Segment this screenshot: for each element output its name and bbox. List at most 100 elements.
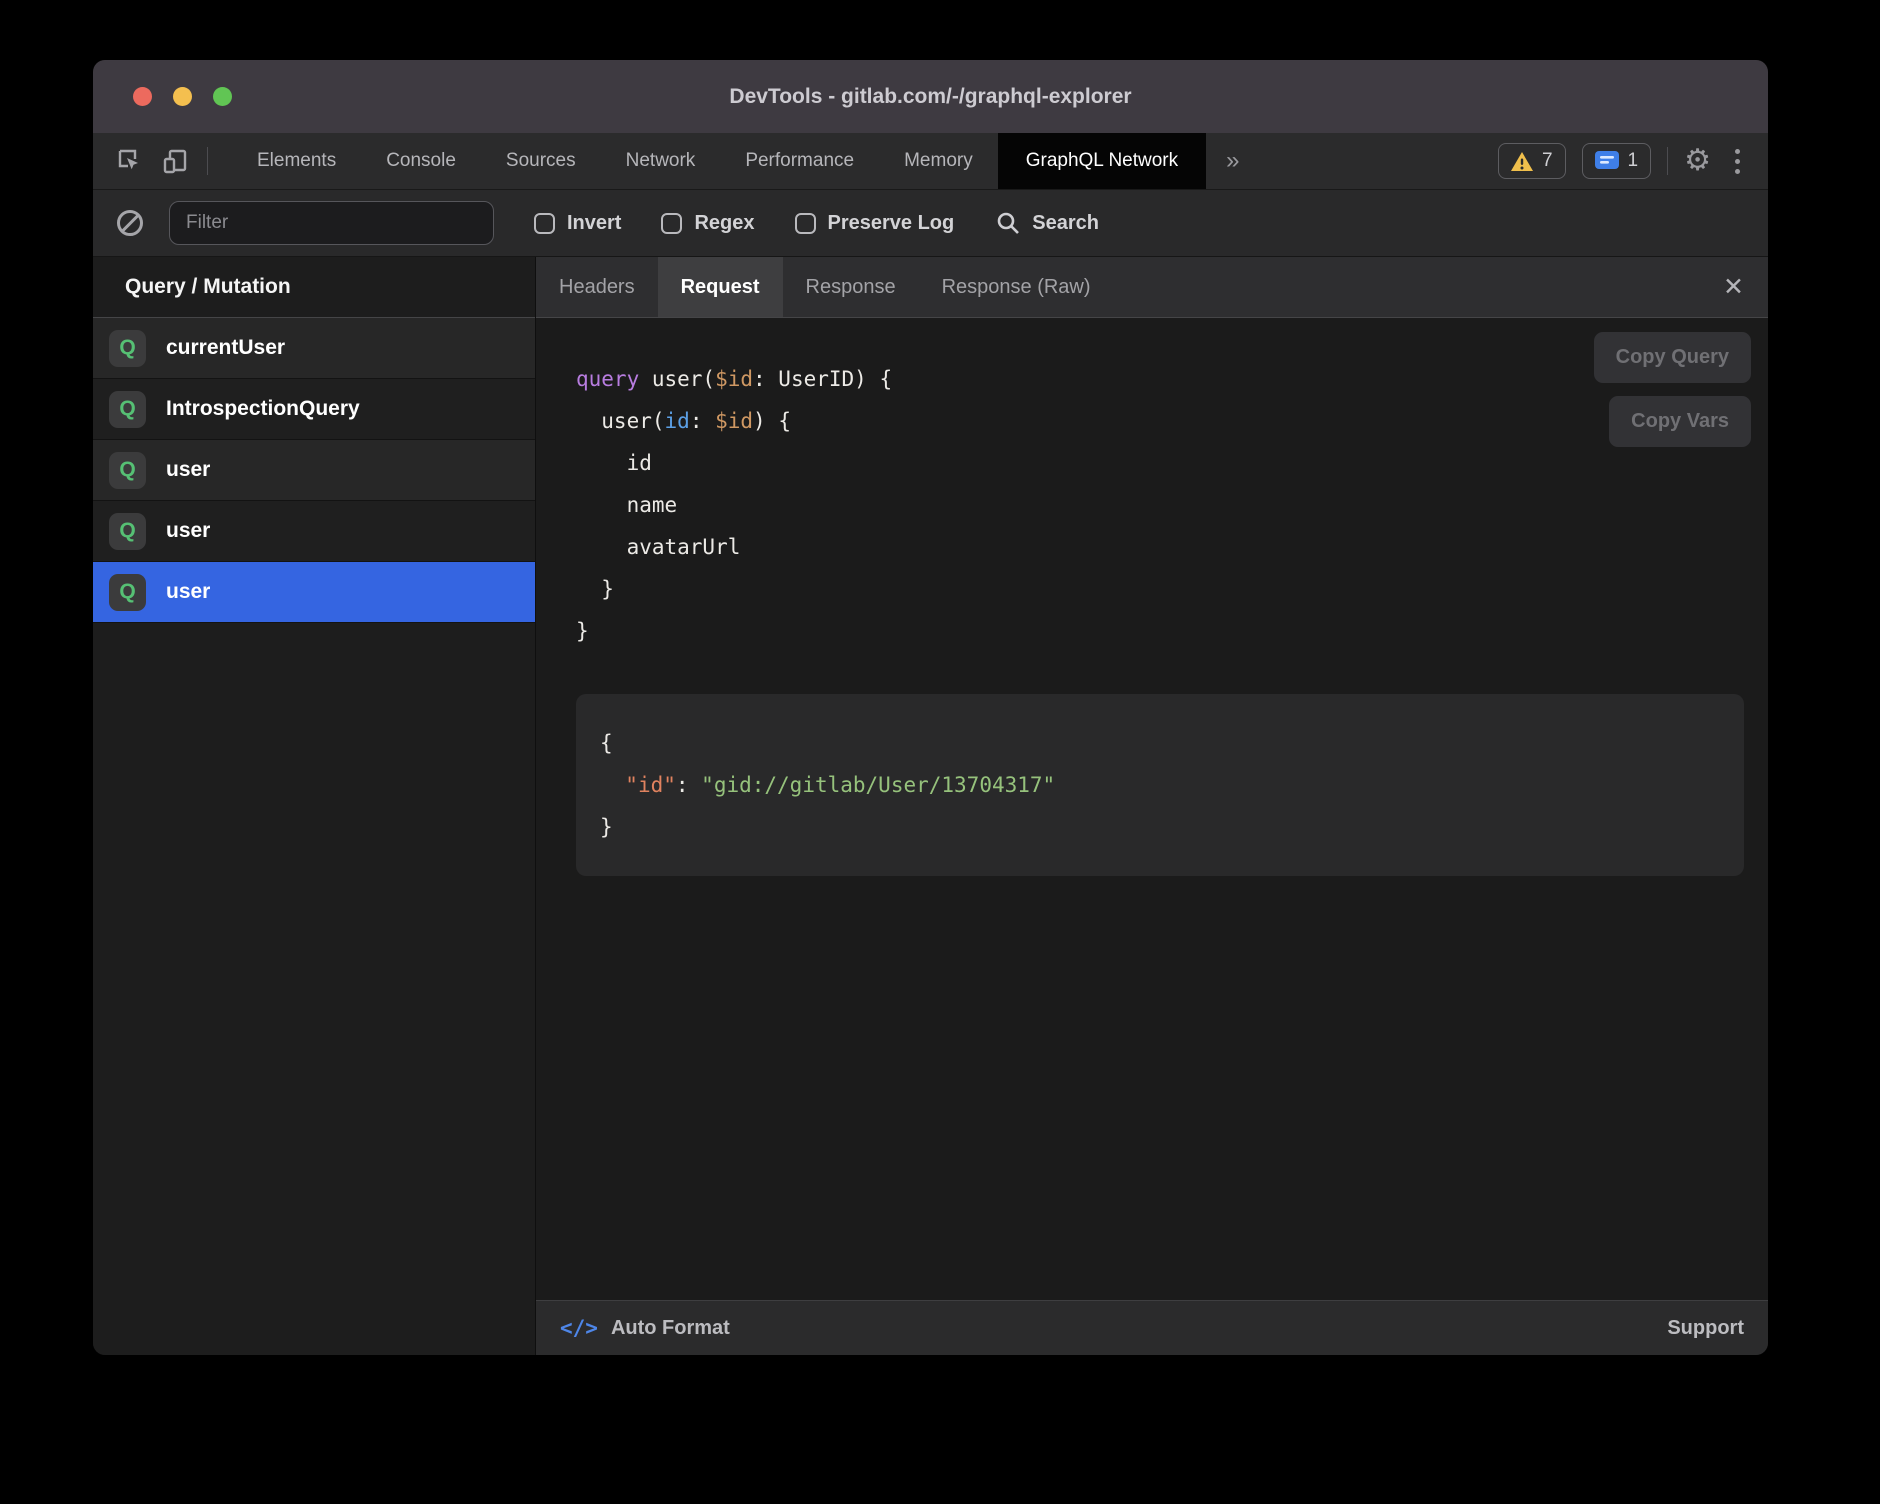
preserve-log-checkbox-group[interactable]: Preserve Log: [795, 212, 955, 235]
messages-count: 1: [1628, 150, 1639, 172]
query-variables-box: { "id": "gid://gitlab/User/13704317"}: [576, 694, 1744, 876]
tab-headers[interactable]: Headers: [536, 257, 658, 317]
list-item-label: user: [166, 519, 210, 543]
detail-panel: Headers Request Response Response (Raw) …: [536, 257, 1768, 1355]
list-item[interactable]: Q IntrospectionQuery: [93, 379, 535, 440]
search-control[interactable]: Search: [996, 211, 1099, 235]
code-token: user(: [576, 409, 665, 433]
query-variables-code: { "id": "gid://gitlab/User/13704317"}: [600, 722, 1720, 848]
inspect-element-icon[interactable]: [115, 147, 143, 175]
code-line: }: [600, 806, 1720, 848]
kebab-menu-icon[interactable]: [1727, 145, 1748, 178]
warning-icon: [1511, 152, 1533, 171]
tab-network[interactable]: Network: [601, 133, 721, 189]
filter-input[interactable]: [169, 201, 494, 245]
query-badge: Q: [109, 452, 146, 489]
code-token: {: [600, 731, 613, 755]
messages-badge[interactable]: 1: [1582, 143, 1652, 179]
tab-graphql-network[interactable]: GraphQL Network: [998, 133, 1206, 189]
device-toolbar-icon[interactable]: [161, 147, 189, 175]
code-brackets-icon: </>: [560, 1316, 598, 1340]
invert-checkbox[interactable]: [534, 213, 555, 234]
code-token: :: [690, 409, 715, 433]
code-token: }: [576, 619, 589, 643]
code-token: : UserID) {: [753, 367, 892, 391]
code-token: "gid://gitlab/User/13704317": [701, 773, 1055, 797]
code-line: id: [576, 442, 1744, 484]
code-token: $id: [715, 409, 753, 433]
code-line: user(id: $id) {: [576, 400, 1744, 442]
settings-gear-icon[interactable]: ⚙: [1684, 146, 1711, 176]
code-token: id: [576, 451, 652, 475]
list-item[interactable]: Quser: [93, 501, 535, 562]
tab-response-raw[interactable]: Response (Raw): [919, 257, 1114, 317]
copy-query-button[interactable]: Copy Query: [1594, 332, 1751, 383]
support-link[interactable]: Support: [1667, 1317, 1744, 1340]
panel-footer: </> Auto Format Support: [536, 1300, 1768, 1355]
title-bar: DevTools - gitlab.com/-/graphql-explorer: [93, 60, 1768, 133]
tab-elements[interactable]: Elements: [232, 133, 361, 189]
code-line: }: [576, 610, 1744, 652]
code-line: query user($id: UserID) {: [576, 358, 1744, 400]
list-item[interactable]: Quser: [93, 562, 535, 623]
code-token: }: [576, 577, 614, 601]
regex-checkbox[interactable]: [661, 213, 682, 234]
code-token: avatarUrl: [576, 535, 740, 559]
code-token: }: [600, 815, 613, 839]
query-list-sidebar: Query / Mutation QcurrentUserQIntrospect…: [93, 257, 536, 1355]
tab-sources[interactable]: Sources: [481, 133, 601, 189]
code-line: name: [576, 484, 1744, 526]
warnings-badge[interactable]: 7: [1498, 143, 1566, 179]
devtools-window: DevTools - gitlab.com/-/graphql-explorer…: [93, 60, 1768, 1355]
code-token: [600, 773, 625, 797]
tab-console[interactable]: Console: [361, 133, 481, 189]
list-item[interactable]: Quser: [93, 440, 535, 501]
code-line: {: [600, 722, 1720, 764]
query-badge: Q: [109, 391, 146, 428]
more-tabs-icon[interactable]: »: [1206, 133, 1259, 189]
search-label: Search: [1032, 212, 1099, 235]
preserve-log-label: Preserve Log: [828, 212, 955, 235]
code-line: }: [576, 568, 1744, 610]
toolbar-divider: [207, 147, 208, 175]
graphql-query-code: query user($id: UserID) { user(id: $id) …: [576, 358, 1744, 652]
list-item-label: currentUser: [166, 336, 285, 360]
clear-filter-icon[interactable]: [117, 210, 143, 236]
message-icon: [1595, 151, 1619, 171]
list-item[interactable]: QcurrentUser: [93, 318, 535, 379]
tab-memory[interactable]: Memory: [879, 133, 998, 189]
auto-format-button[interactable]: </> Auto Format: [560, 1316, 730, 1340]
code-line: avatarUrl: [576, 526, 1744, 568]
code-token: ) {: [753, 409, 791, 433]
regex-label: Regex: [694, 212, 754, 235]
sidebar-header: Query / Mutation: [93, 257, 535, 318]
request-content: query user($id: UserID) { user(id: $id) …: [536, 318, 1768, 1300]
tab-request[interactable]: Request: [658, 257, 783, 317]
search-icon: [996, 211, 1020, 235]
main-tab-strip: Elements Console Sources Network Perform…: [232, 133, 1260, 189]
query-badge: Q: [109, 330, 146, 367]
regex-checkbox-group[interactable]: Regex: [661, 212, 754, 235]
tab-response[interactable]: Response: [783, 257, 919, 317]
warnings-count: 7: [1542, 150, 1553, 172]
list-item-label: user: [166, 458, 210, 482]
code-token: id: [665, 409, 690, 433]
query-badge: Q: [109, 513, 146, 550]
auto-format-label: Auto Format: [611, 1317, 730, 1340]
code-token: "id": [625, 773, 676, 797]
copy-vars-button[interactable]: Copy Vars: [1609, 396, 1751, 447]
code-token: user(: [639, 367, 715, 391]
invert-checkbox-group[interactable]: Invert: [534, 212, 621, 235]
code-token: query: [576, 367, 639, 391]
code-token: $id: [715, 367, 753, 391]
close-panel-icon[interactable]: ✕: [1717, 257, 1750, 317]
tab-performance[interactable]: Performance: [720, 133, 879, 189]
filter-bar: Invert Regex Preserve Log Search: [93, 190, 1768, 257]
list-item-label: user: [166, 580, 210, 604]
query-badge: Q: [109, 574, 146, 611]
devtools-toolbar: Elements Console Sources Network Perform…: [93, 133, 1768, 190]
toolbar-divider: [1667, 147, 1668, 175]
list-item-label: IntrospectionQuery: [166, 397, 360, 421]
preserve-log-checkbox[interactable]: [795, 213, 816, 234]
code-token: :: [676, 773, 701, 797]
